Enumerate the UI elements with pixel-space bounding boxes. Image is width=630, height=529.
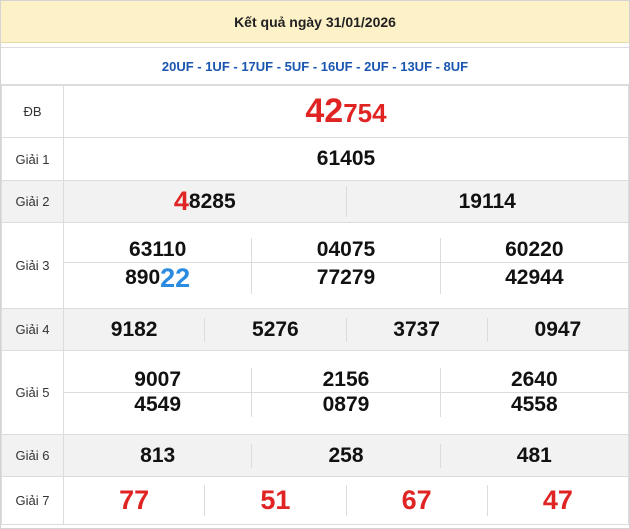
g5-value: 0879	[251, 393, 439, 417]
g5-value: 4549	[134, 393, 182, 416]
label-g2: Giải 2	[1, 180, 64, 223]
results-table: ĐB 42754 Giải 1 61405 Giải 2 4 8285 19114…	[1, 85, 629, 525]
special-prize-cell: 42754	[63, 85, 629, 138]
g7-value: 77	[119, 485, 150, 515]
row-g1: Giải 1 61405	[1, 137, 629, 181]
g1-cell: 61405	[63, 137, 629, 181]
g4-value: 9182	[110, 317, 158, 341]
g5-value: 9007	[134, 368, 182, 391]
label-g6: Giải 6	[1, 434, 64, 477]
label-g5: Giải 5	[1, 350, 64, 435]
results-title: Kết quả ngày 31/01/2026	[1, 1, 629, 43]
g7-value: 51	[204, 485, 345, 516]
label-g7: Giải 7	[1, 476, 64, 525]
row-g4: Giải 4 9182 5276 3737 0947	[1, 308, 629, 351]
g3-value: 60220	[439, 237, 628, 262]
row-g6: Giải 6 813 258 481	[1, 434, 629, 477]
row-special: ĐB 42754	[1, 85, 629, 138]
g4-value: 0947	[486, 317, 628, 342]
row-g7: Giải 7 77 51 67 47	[1, 476, 629, 525]
special-prize-rest: 754	[343, 98, 387, 128]
g3-value: 63110	[129, 237, 187, 261]
row-g2: Giải 2 4 8285 19114	[1, 180, 629, 223]
g7-value: 47	[486, 485, 628, 516]
row-g5: Giải 5 9007 2156 2640 4549 0879 4558	[1, 350, 629, 435]
g4-value: 5276	[204, 317, 345, 342]
g5-value: 2640	[439, 368, 628, 392]
label-g3: Giải 3	[1, 222, 64, 309]
label-g4: Giải 4	[1, 308, 64, 351]
g3-value: 890 22	[125, 262, 191, 293]
results-panel: Kết quả ngày 31/01/2026 20UF - 1UF - 17U…	[0, 0, 630, 529]
g3-value: 04075	[251, 237, 439, 262]
g6-value: 481	[439, 443, 628, 468]
label-g1: Giải 1	[1, 137, 64, 181]
g5-value: 4558	[439, 393, 628, 417]
g4-value: 3737	[345, 317, 487, 342]
g3-value: 42944	[439, 262, 628, 294]
g6-value: 258	[251, 443, 439, 468]
g5-value: 2156	[251, 368, 439, 392]
row-g3: Giải 3 63110 04075 60220 890 22 77279 429…	[1, 222, 629, 309]
g3-value: 77279	[251, 262, 439, 294]
g2-value-a: 4 8285	[173, 186, 236, 216]
label-special: ĐB	[1, 85, 64, 138]
ticket-codes: 20UF - 1UF - 17UF - 5UF - 16UF - 2UF - 1…	[1, 47, 629, 85]
g7-value: 67	[345, 485, 487, 516]
special-prize-big: 42	[305, 92, 344, 130]
g2-value-b: 19114	[345, 186, 629, 217]
g6-value: 813	[140, 443, 176, 467]
g1-value: 61405	[316, 147, 376, 170]
